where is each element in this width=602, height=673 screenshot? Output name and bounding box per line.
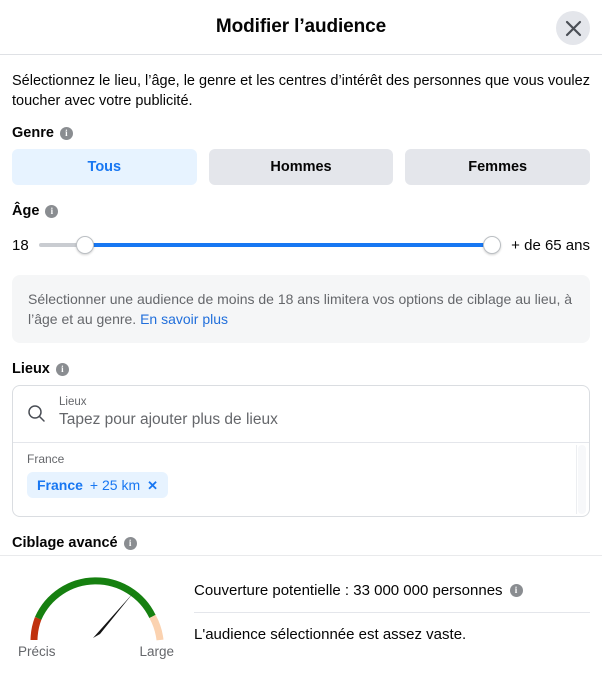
- close-icon: [565, 20, 582, 37]
- potential-reach-row: Couverture potentielle : 33 000 000 pers…: [194, 582, 590, 613]
- gender-options: Tous Hommes Femmes: [12, 149, 591, 185]
- gauge-label-precise: Précis: [18, 644, 56, 659]
- scrollbar-thumb[interactable]: [578, 445, 586, 514]
- chip-remove-icon[interactable]: ✕: [147, 479, 158, 492]
- age-section-label: Âge i: [12, 203, 590, 219]
- locations-label-text: Lieux: [12, 361, 50, 377]
- search-icon: [27, 404, 47, 423]
- locations-group-label: France: [27, 452, 65, 466]
- age-notice: Sélectionner une audience de moins de 18…: [12, 275, 590, 343]
- info-icon[interactable]: i: [509, 584, 523, 597]
- locations-scrollbar[interactable]: [576, 445, 587, 514]
- audience-gauge: Précis Large: [12, 568, 182, 659]
- slider-knob-min[interactable]: [75, 236, 94, 254]
- gauge-label-broad: Large: [139, 644, 174, 659]
- gender-section-label: Genre i: [12, 125, 590, 141]
- age-label-text: Âge: [12, 203, 40, 219]
- dialog-body: Sélectionnez le lieu, l’âge, le genre et…: [0, 55, 602, 555]
- potential-reach-text: Couverture potentielle : 33 000 000 pers…: [194, 582, 503, 599]
- edit-audience-dialog: Modifier l’audience Sélectionnez le lieu…: [0, 0, 602, 673]
- age-range-slider[interactable]: [38, 235, 502, 255]
- age-notice-text: Sélectionner une audience de moins de 18…: [28, 291, 573, 327]
- locations-list: France France + 25 km ✕: [13, 442, 589, 516]
- locations-box: Lieux Tapez pour ajouter plus de lieux F…: [12, 385, 590, 517]
- page-title: Modifier l’audience: [215, 16, 387, 37]
- gender-option-tous[interactable]: Tous: [12, 149, 197, 185]
- chip-name: France: [37, 477, 83, 493]
- locations-section-label: Lieux i: [12, 361, 590, 377]
- gauge-labels: Précis Large: [12, 644, 182, 659]
- gauge-svg: [30, 577, 164, 641]
- dialog-header: Modifier l’audience: [0, 0, 602, 55]
- close-button[interactable]: [556, 11, 590, 45]
- slider-fill: [84, 243, 492, 247]
- audience-size-status: L'audience sélectionnée est assez vaste.: [194, 626, 467, 643]
- info-icon[interactable]: i: [123, 536, 137, 550]
- chip-radius: + 25 km: [89, 477, 141, 493]
- location-chip-france[interactable]: France + 25 km ✕: [27, 472, 169, 498]
- advanced-targeting-label: Ciblage avancé i: [12, 535, 590, 555]
- reach-info: Couverture potentielle : 33 000 000 pers…: [194, 568, 590, 643]
- learn-more-link[interactable]: En savoir plus: [140, 311, 228, 327]
- age-slider-row: 18 + de 65 ans: [12, 227, 590, 263]
- search-texts: Lieux Tapez pour ajouter plus de lieux: [59, 396, 278, 430]
- dialog-footer: Précis Large Couverture potentielle : 33…: [0, 555, 602, 673]
- info-icon[interactable]: i: [59, 126, 73, 140]
- info-icon[interactable]: i: [55, 362, 69, 376]
- gender-option-femmes[interactable]: Femmes: [405, 149, 591, 185]
- search-input[interactable]: Tapez pour ajouter plus de lieux: [59, 410, 278, 430]
- gender-option-hommes[interactable]: Hommes: [208, 149, 394, 185]
- locations-field-mini-label: Lieux: [59, 396, 87, 408]
- locations-search-row[interactable]: Lieux Tapez pour ajouter plus de lieux: [13, 386, 589, 442]
- info-icon[interactable]: i: [45, 204, 59, 218]
- slider-knob-max[interactable]: [482, 236, 501, 254]
- gender-label-text: Genre: [12, 125, 54, 141]
- intro-text: Sélectionnez le lieu, l’âge, le genre et…: [12, 73, 590, 109]
- age-min-value: 18: [12, 236, 29, 254]
- age-max-value: + de 65 ans: [511, 236, 590, 254]
- advanced-targeting-text: Ciblage avancé: [12, 535, 118, 551]
